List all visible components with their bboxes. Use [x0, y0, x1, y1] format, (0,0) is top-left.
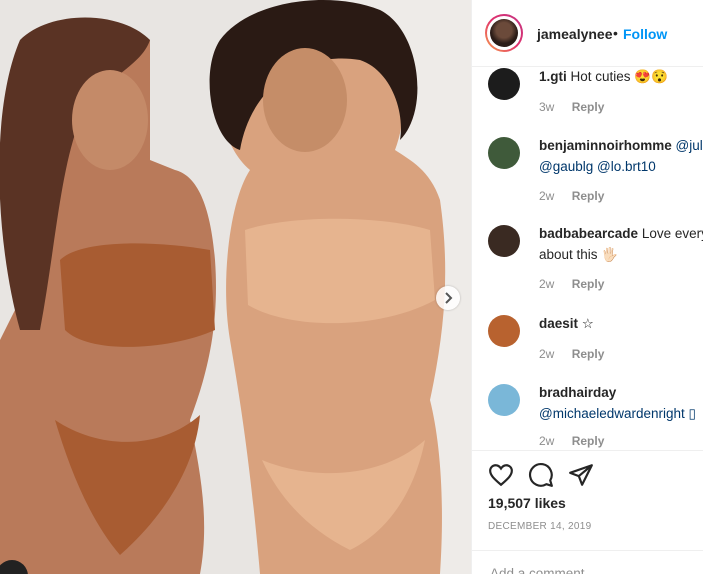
post-side-panel: jamealynee • Follow 1.gti Hot cuties 😍😯 … — [471, 0, 703, 574]
commenter-avatar[interactable] — [488, 315, 520, 347]
post-photo-illustration — [0, 0, 471, 574]
commenter-username[interactable]: bradhairday — [539, 385, 616, 400]
commenter-username[interactable]: daesit — [539, 316, 578, 331]
comment-icon[interactable] — [528, 462, 554, 488]
follow-button[interactable]: Follow — [623, 26, 667, 42]
author-username[interactable]: jamealynee — [537, 26, 613, 42]
comment-meta: 2w Reply — [539, 434, 618, 448]
chevron-right-icon — [445, 292, 453, 304]
reply-button[interactable]: Reply — [572, 347, 605, 361]
comment-text: 1.gti Hot cuties 😍😯 — [539, 66, 703, 87]
comment-body: Hot cuties 😍😯 — [570, 69, 668, 84]
comment-body: Love every — [641, 226, 703, 241]
reply-button[interactable]: Reply — [572, 277, 605, 291]
heart-icon[interactable] — [488, 462, 514, 488]
commenter-username[interactable]: 1.gti — [539, 69, 567, 84]
reply-button[interactable]: Reply — [572, 189, 605, 203]
comment-text: badbabearcade Love every about this 🖐🏻 — [539, 223, 703, 265]
comment-mention[interactable]: @jul — [676, 138, 703, 153]
comment-meta: 2w Reply — [539, 347, 618, 361]
add-comment-bar — [472, 550, 703, 574]
comment-text: bradhairday @michaeledwardenright ▯ — [539, 382, 703, 424]
reply-button[interactable]: Reply — [572, 434, 605, 448]
commenter-avatar[interactable] — [488, 384, 520, 416]
reply-button[interactable]: Reply — [572, 100, 605, 114]
comment-input[interactable] — [488, 565, 682, 574]
commenter-avatar[interactable] — [488, 225, 520, 257]
post-date: DECEMBER 14, 2019 — [488, 521, 592, 532]
post-actions: 19,507 likes DECEMBER 14, 2019 — [472, 450, 703, 574]
separator-dot: • — [613, 25, 618, 41]
comment-text: daesit ☆ — [539, 313, 703, 334]
comment-time: 2w — [539, 347, 555, 361]
commenter-avatar[interactable] — [488, 68, 520, 100]
comment-meta: 2w Reply — [539, 189, 618, 203]
comment-time: 2w — [539, 434, 555, 448]
comment-meta: 3w Reply — [539, 100, 618, 114]
author-avatar[interactable] — [485, 14, 523, 52]
comment-mention[interactable]: @michaeledwardenright ▯ — [539, 406, 696, 421]
comment-mentions-line[interactable]: @gaublg @lo.brt10 — [539, 159, 656, 174]
comment-time: 2w — [539, 189, 555, 203]
likes-count[interactable]: 19,507 likes — [488, 495, 566, 511]
next-photo-button[interactable] — [436, 286, 460, 310]
commenter-username[interactable]: benjaminnoirhomme — [539, 138, 672, 153]
comment-body: ☆ — [581, 316, 594, 331]
share-icon[interactable] — [568, 462, 594, 488]
commenter-username[interactable]: badbabearcade — [539, 226, 638, 241]
post-image — [0, 0, 471, 574]
comment-body-line2: about this 🖐🏻 — [539, 247, 619, 262]
comment-time: 3w — [539, 100, 555, 114]
commenter-avatar[interactable] — [488, 137, 520, 169]
post-header: jamealynee • Follow — [472, 0, 703, 67]
comment-meta: 2w Reply — [539, 277, 618, 291]
comment-text: benjaminnoirhomme @jul @gaublg @lo.brt10 — [539, 135, 703, 177]
comment-time: 2w — [539, 277, 555, 291]
